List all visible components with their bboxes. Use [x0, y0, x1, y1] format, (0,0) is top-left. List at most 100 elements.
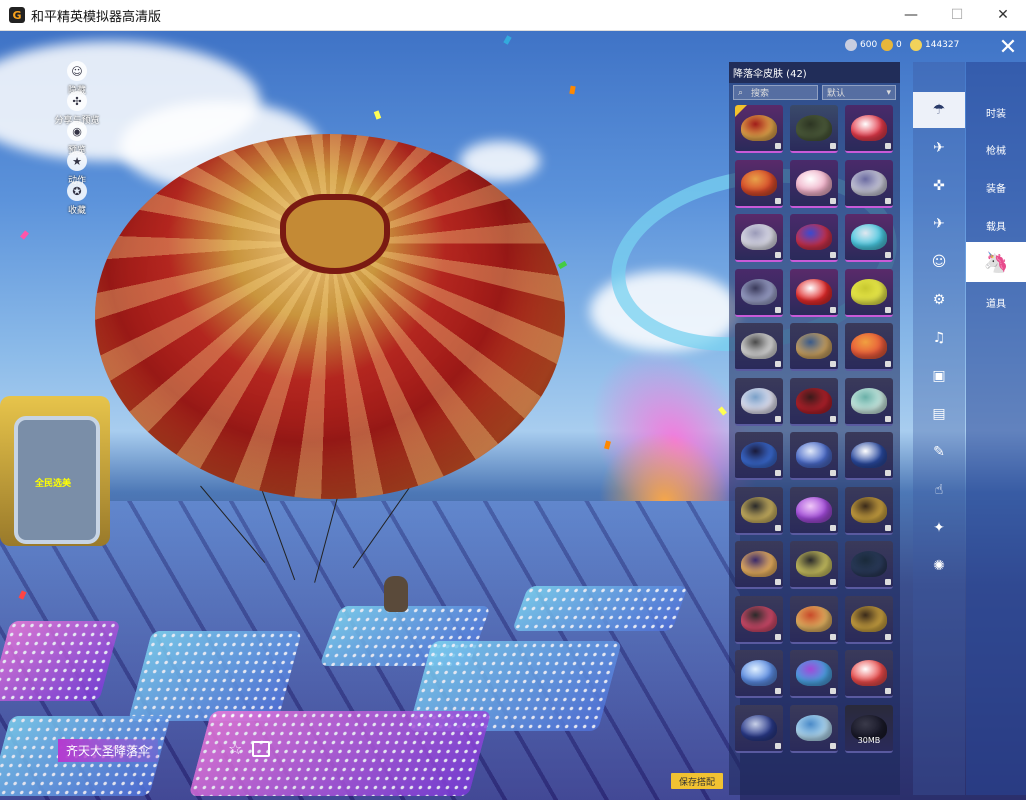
skin-item[interactable]	[845, 377, 893, 426]
maximize-button[interactable]: ☐	[934, 0, 980, 30]
wand-icon[interactable]: ✦	[913, 510, 965, 546]
parachute-thumbnail	[741, 278, 777, 305]
skin-item[interactable]	[790, 704, 838, 753]
left-menu-item[interactable]: ✪ 收藏	[55, 181, 99, 216]
skin-item[interactable]	[735, 432, 783, 480]
category-vehicle[interactable]: 载具	[966, 205, 1026, 245]
close-icon[interactable]: ✕	[994, 35, 1022, 60]
skin-item[interactable]	[790, 541, 838, 589]
user-icon: ☺	[67, 61, 87, 81]
parachute-model[interactable]	[95, 134, 565, 499]
skin-item[interactable]	[790, 323, 838, 371]
item-name: 齐天大圣降落伞	[58, 739, 159, 762]
close-window-button[interactable]: ✕	[980, 0, 1026, 30]
drone-icon[interactable]: ✜	[913, 168, 965, 204]
parachute-thumbnail	[851, 115, 887, 141]
save-outfit-button[interactable]: 保存搭配	[671, 773, 723, 789]
favorite-star-icon[interactable]: ☆	[228, 739, 242, 758]
owned-badge-icon	[830, 633, 836, 640]
parachute-thumbnail	[796, 496, 832, 523]
skin-item[interactable]	[735, 268, 783, 317]
owned-badge-icon	[775, 415, 781, 422]
owned-badge-icon	[885, 143, 891, 149]
owned-badge-icon	[830, 415, 836, 422]
parachute-thumbnail	[741, 224, 777, 250]
skin-item[interactable]	[790, 159, 838, 208]
skin-item[interactable]	[845, 486, 893, 535]
skin-item[interactable]	[845, 268, 893, 317]
category-fashion[interactable]: 时装	[966, 92, 1026, 132]
owned-badge-icon	[775, 470, 781, 476]
frame-icon[interactable]: ▣	[913, 358, 965, 394]
plane-icon[interactable]: ✈	[913, 206, 965, 242]
skin-item[interactable]	[735, 486, 783, 535]
medal-icon: ✪	[67, 181, 87, 201]
spray-icon[interactable]: ✎	[913, 434, 965, 470]
skin-item[interactable]	[845, 595, 893, 644]
parachute-thumbnail	[796, 605, 832, 632]
gold-currency: 144327	[910, 39, 959, 51]
emoji-icon[interactable]: ☺	[913, 244, 965, 280]
skin-item[interactable]	[735, 214, 783, 262]
skin-item[interactable]	[790, 595, 838, 644]
skin-item[interactable]	[845, 432, 893, 480]
sort-dropdown[interactable]: 默认 ▾	[822, 85, 896, 100]
gold-coin-icon	[910, 39, 922, 51]
game-viewport[interactable]: 全民选美 ☺ 隐藏 ✣ 分享与预览 ◉ 预览 ★ 动作 ✪ 收藏	[0, 31, 1026, 800]
skin-item[interactable]: 30MB	[845, 704, 893, 753]
eye-icon: ◉	[67, 121, 87, 141]
gold-badge-icon	[735, 105, 747, 117]
skin-item[interactable]	[790, 105, 838, 153]
share-icon[interactable]	[252, 741, 270, 757]
skin-item[interactable]	[735, 159, 783, 208]
owned-badge-icon	[775, 579, 781, 585]
owned-badge-icon	[830, 470, 836, 476]
skin-item[interactable]	[790, 650, 838, 698]
skin-item[interactable]	[735, 595, 783, 644]
finger-icon[interactable]: ☝	[913, 472, 965, 508]
parachute-thumbnail	[851, 551, 887, 577]
icon-tab-column: ☂ ✈ ✜ ✈ ☺ ⚙ ♫ ▣ ▤ ✎ ☝ ✦ ✺	[913, 62, 965, 795]
owned-badge-icon	[830, 252, 836, 258]
parachute-icon[interactable]: ☂	[913, 92, 965, 128]
app-icon: G	[9, 7, 25, 23]
skin-item[interactable]	[735, 704, 783, 753]
skin-item[interactable]	[790, 377, 838, 426]
robot-icon[interactable]: ⚙	[913, 282, 965, 318]
category-props[interactable]: 道具	[966, 282, 1026, 322]
category-pets[interactable]: 🦄	[966, 242, 1026, 282]
skin-item[interactable]	[735, 650, 783, 698]
minimize-button[interactable]: —	[888, 0, 934, 30]
skin-item[interactable]	[790, 214, 838, 262]
download-size-label: 30MB	[857, 735, 881, 745]
speaker-icon[interactable]: ♫	[913, 320, 965, 356]
skin-item[interactable]	[790, 432, 838, 480]
skin-item[interactable]	[735, 323, 783, 371]
parachute-thumbnail	[796, 115, 832, 141]
skin-item[interactable]	[735, 377, 783, 426]
skin-item[interactable]	[790, 268, 838, 317]
skin-item[interactable]	[845, 541, 893, 589]
owned-badge-icon	[830, 524, 836, 531]
photo-icon[interactable]: ▤	[913, 396, 965, 432]
effect-icon[interactable]: ✺	[913, 548, 965, 584]
parachute-thumbnail	[796, 442, 832, 468]
category-equipment[interactable]: 装备	[966, 167, 1026, 207]
skin-item[interactable]	[735, 541, 783, 589]
window-title: 和平精英模拟器高清版	[31, 9, 162, 25]
search-input[interactable]: ⌕ 搜索	[733, 85, 818, 100]
owned-badge-icon	[885, 306, 891, 313]
skin-item[interactable]	[735, 105, 783, 153]
skin-item[interactable]	[845, 105, 893, 153]
owned-badge-icon	[885, 197, 891, 204]
skin-item[interactable]	[845, 214, 893, 262]
star-icon: ★	[67, 151, 87, 171]
owned-badge-icon	[775, 742, 781, 749]
skin-item[interactable]	[845, 323, 893, 371]
parachute-thumbnail	[741, 387, 777, 414]
skin-item[interactable]	[790, 486, 838, 535]
glider-icon[interactable]: ✈	[913, 130, 965, 166]
category-guns[interactable]: 枪械	[966, 129, 1026, 169]
skin-item[interactable]	[845, 650, 893, 698]
skin-item[interactable]	[845, 159, 893, 208]
